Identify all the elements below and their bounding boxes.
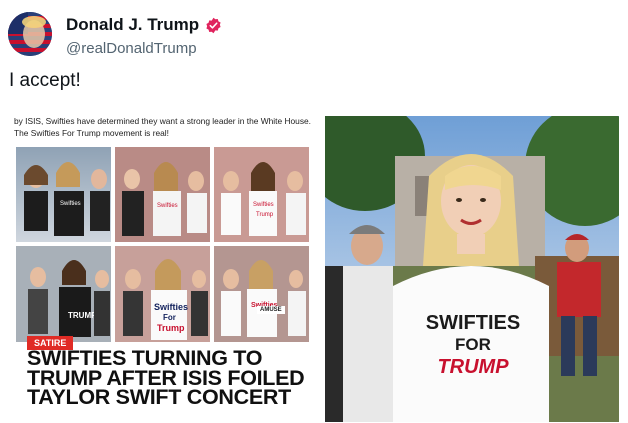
svg-text:Swifties: Swifties xyxy=(60,201,81,207)
shirt-line-3: TRUMP xyxy=(437,356,509,378)
shirt-line-2: FOR xyxy=(455,335,491,354)
shirt-text: SWIFTIES FOR TRUMP xyxy=(413,312,533,378)
avatar[interactable] xyxy=(8,12,52,56)
author-handle[interactable]: @realDonaldTrump xyxy=(66,40,197,57)
amuse-watermark: AMUSE xyxy=(257,306,285,314)
article-headline: SWIFTIES TURNING TO TRUMP AFTER ISIS FOI… xyxy=(27,346,305,409)
verified-badge-icon xyxy=(206,17,221,33)
article-caption: by ISIS, Swifties have determined they w… xyxy=(14,116,312,138)
author-name[interactable]: Donald J. Trump xyxy=(66,15,199,35)
svg-text:Trump: Trump xyxy=(256,212,274,218)
shirt-line-1: SWIFTIES xyxy=(425,312,521,334)
satire-article-image[interactable]: by ISIS, Swifties have determined they w… xyxy=(10,110,313,423)
svg-text:TRUMP: TRUMP xyxy=(68,311,97,320)
rally-photo[interactable]: SWIFTIES FOR TRUMP xyxy=(325,116,619,422)
svg-text:Swifties: Swifties xyxy=(253,202,274,208)
svg-text:Swifties: Swifties xyxy=(157,203,178,209)
svg-text:For: For xyxy=(163,313,176,322)
svg-text:Swifties: Swifties xyxy=(154,302,188,312)
tweet-text: I accept! xyxy=(9,70,81,91)
svg-text:Trump: Trump xyxy=(157,323,185,333)
